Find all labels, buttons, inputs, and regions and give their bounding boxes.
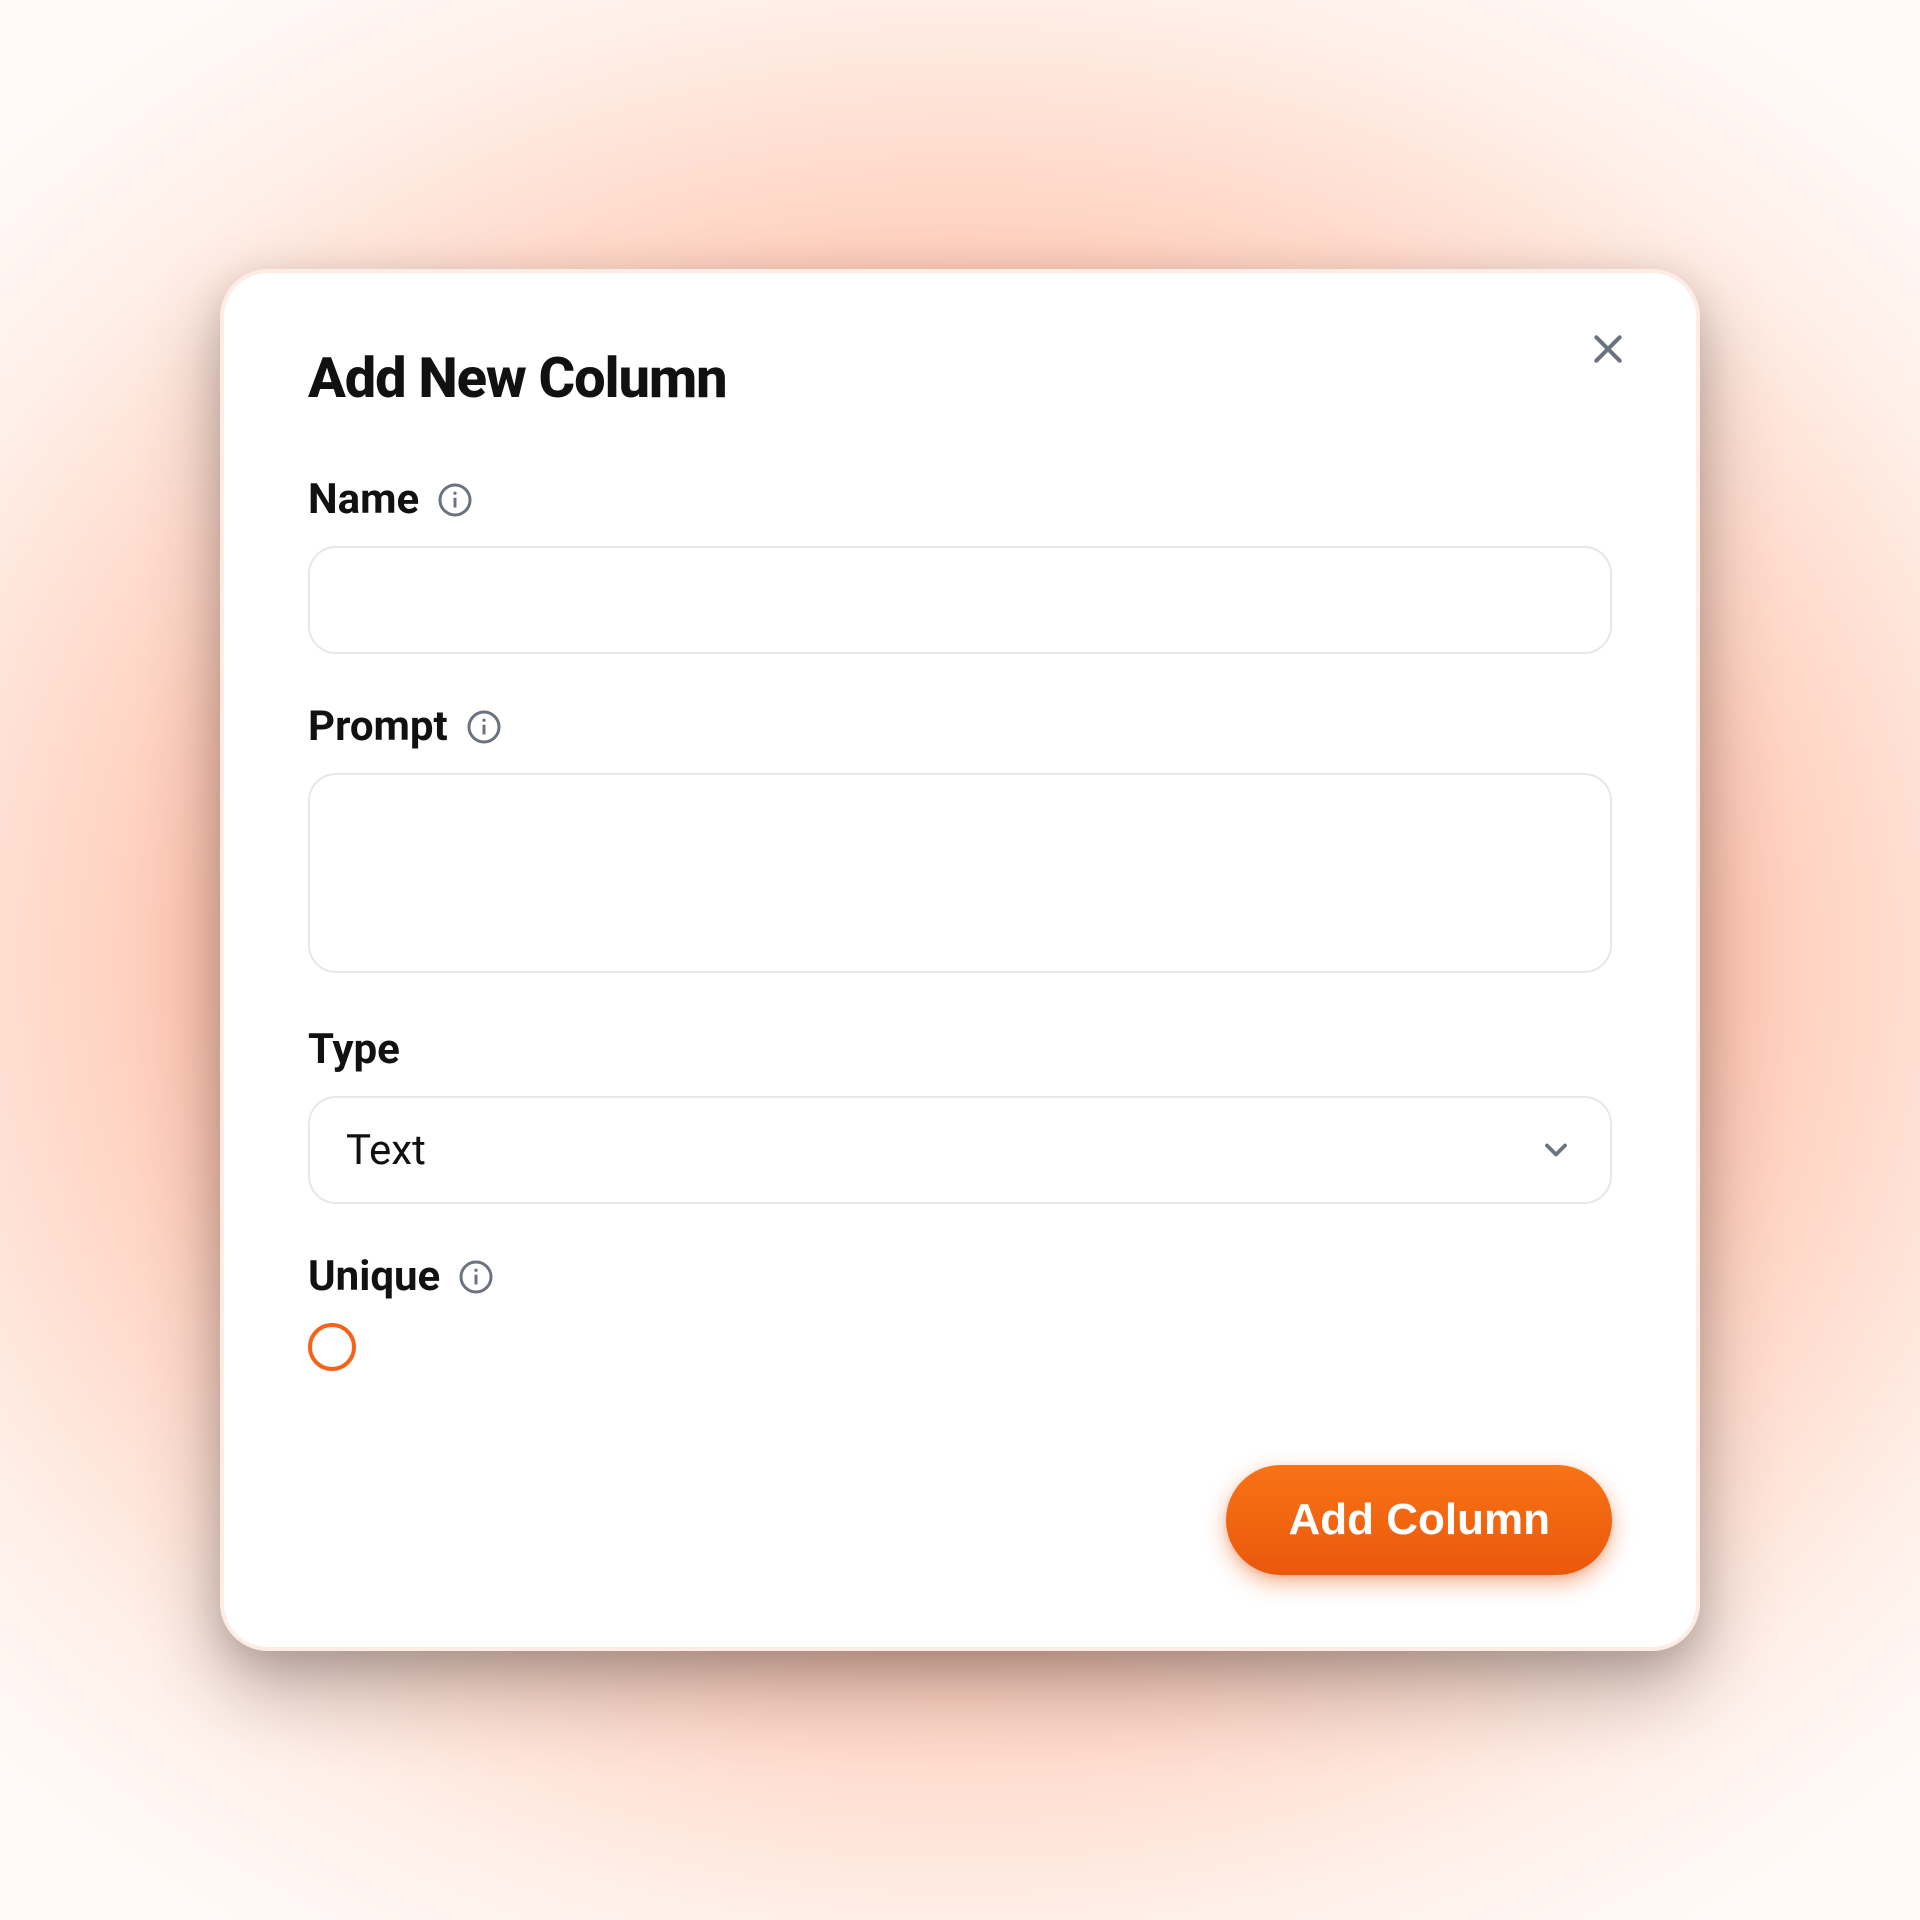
close-button[interactable]: [1584, 325, 1632, 373]
name-label-row: Name: [308, 475, 1612, 524]
type-label-row: Type: [308, 1025, 1612, 1074]
modal-title: Add New Column: [308, 345, 727, 411]
prompt-label: Prompt: [308, 702, 448, 751]
prompt-textarea[interactable]: [308, 773, 1612, 973]
name-input[interactable]: [308, 546, 1612, 654]
prompt-field: Prompt: [308, 702, 1612, 977]
unique-label-row: Unique: [308, 1252, 1612, 1301]
modal-header: Add New Column: [308, 345, 1612, 411]
unique-label: Unique: [308, 1252, 440, 1301]
unique-field: Unique: [308, 1252, 1612, 1375]
info-icon[interactable]: [437, 482, 473, 518]
type-select[interactable]: Text: [308, 1096, 1612, 1204]
name-label: Name: [308, 475, 419, 524]
modal-actions: Add Column: [308, 1465, 1612, 1575]
type-selected-value: Text: [346, 1126, 426, 1175]
type-label: Type: [308, 1025, 400, 1074]
type-field: Type Text: [308, 1025, 1612, 1204]
name-field: Name: [308, 475, 1612, 654]
close-icon: [1588, 329, 1628, 369]
prompt-label-row: Prompt: [308, 702, 1612, 751]
info-icon[interactable]: [466, 709, 502, 745]
add-column-button[interactable]: Add Column: [1226, 1465, 1612, 1575]
unique-checkbox[interactable]: [308, 1323, 356, 1371]
info-icon[interactable]: [458, 1259, 494, 1295]
add-column-modal: Add New Column Name Prompt Type: [220, 269, 1700, 1651]
chevron-down-icon: [1538, 1132, 1574, 1168]
